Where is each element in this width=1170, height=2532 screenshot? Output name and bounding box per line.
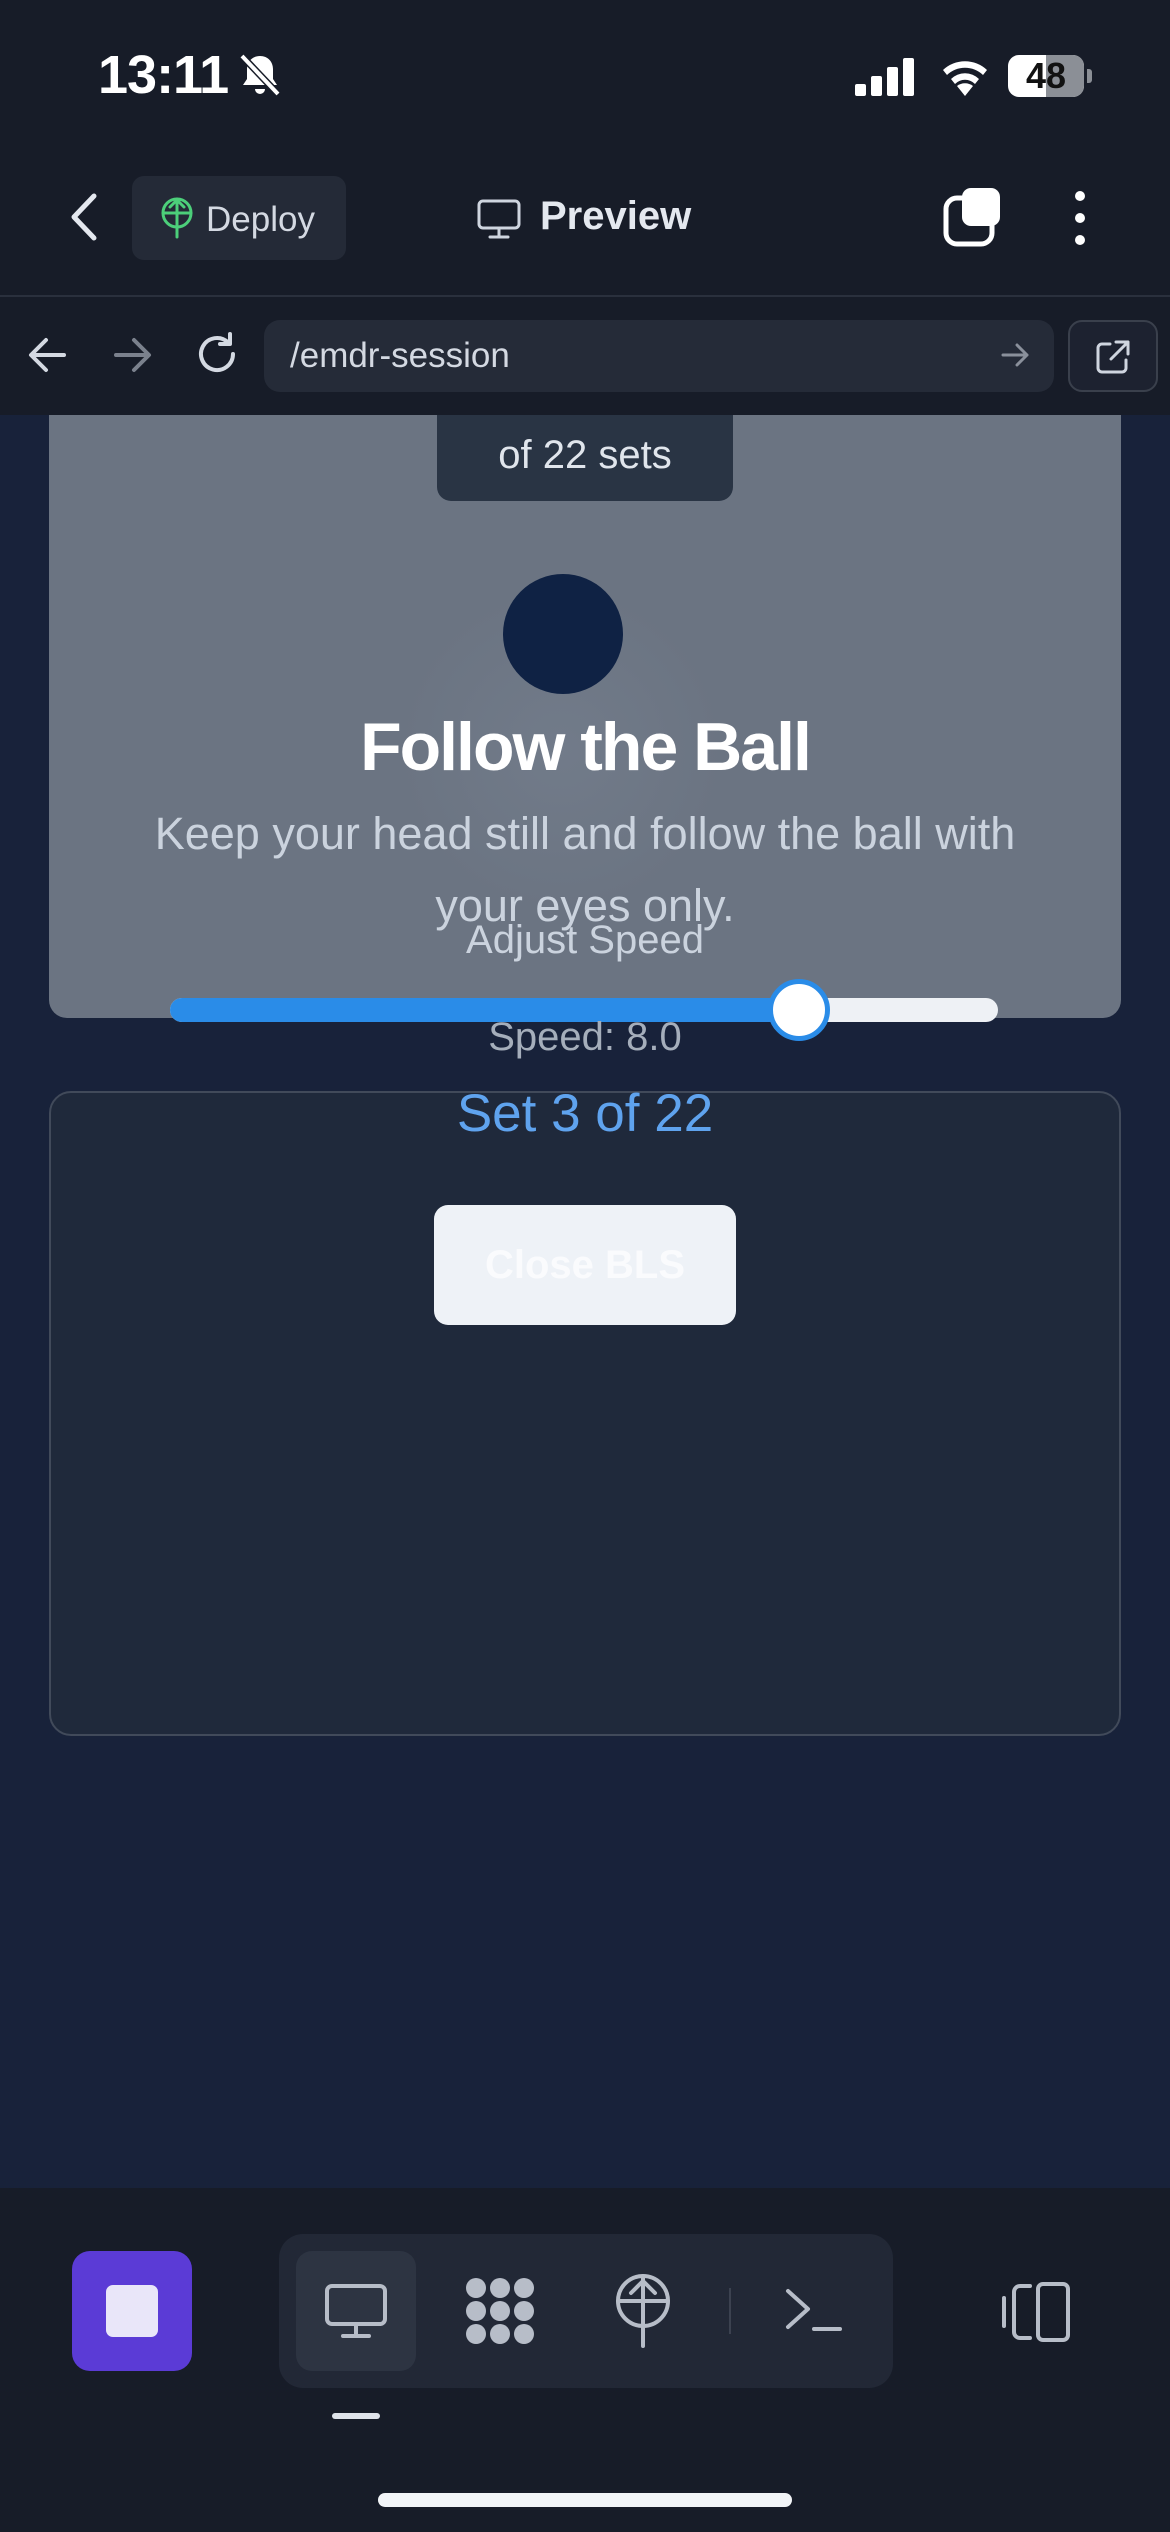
preview-title: Preview: [540, 194, 692, 238]
deploy-icon: [161, 197, 193, 239]
terminal-icon[interactable]: [782, 2285, 844, 2335]
home-indicator[interactable]: [378, 2493, 792, 2507]
url-path[interactable]: /emdr-session: [290, 336, 510, 376]
arrow-left-icon[interactable]: [26, 336, 68, 374]
tabs-icon[interactable]: [942, 186, 1004, 248]
card-title: Follow the Ball: [360, 709, 812, 785]
tracking-ball: [503, 574, 623, 694]
go-arrow-icon[interactable]: [1000, 340, 1032, 370]
battery-percent: 48: [1025, 55, 1067, 96]
battery-tip: [1087, 69, 1092, 83]
cellular-signal-icon: [855, 58, 914, 96]
status-time: 13:11: [98, 45, 229, 105]
deploy-icon[interactable]: [610, 2271, 676, 2351]
external-link-icon: [1096, 340, 1130, 374]
active-tab-indicator: [332, 2413, 380, 2419]
stop-icon: [106, 2285, 158, 2337]
battery-indicator: 48: [1008, 55, 1084, 97]
reload-icon[interactable]: [193, 330, 241, 378]
chevron-left-icon[interactable]: [66, 190, 102, 244]
monitor-icon: [477, 199, 521, 239]
wifi-icon: [943, 61, 987, 96]
deploy-label: Deploy: [206, 200, 315, 239]
apps-icon[interactable]: [462, 2276, 538, 2346]
speed-value: Speed: 8.0: [488, 1015, 682, 1059]
monitor-icon: [325, 2284, 387, 2338]
more-vertical-icon[interactable]: [1066, 188, 1094, 248]
arrow-right-icon[interactable]: [112, 336, 154, 374]
bell-slash-icon: [239, 53, 281, 97]
close-bls-label: Close BLS: [484, 1243, 686, 1287]
speed-label: Adjust Speed: [466, 918, 704, 962]
panels-icon[interactable]: [1000, 2280, 1072, 2344]
toolbar-divider: [729, 2288, 731, 2334]
set-progress: Set 3 of 22: [456, 1084, 714, 1143]
preview-content: of 22 sets Follow the Ball Keep your hea…: [0, 415, 1170, 2188]
sets-counter-text: of 22 sets: [498, 433, 672, 477]
instructions-card: [49, 1091, 1121, 1736]
